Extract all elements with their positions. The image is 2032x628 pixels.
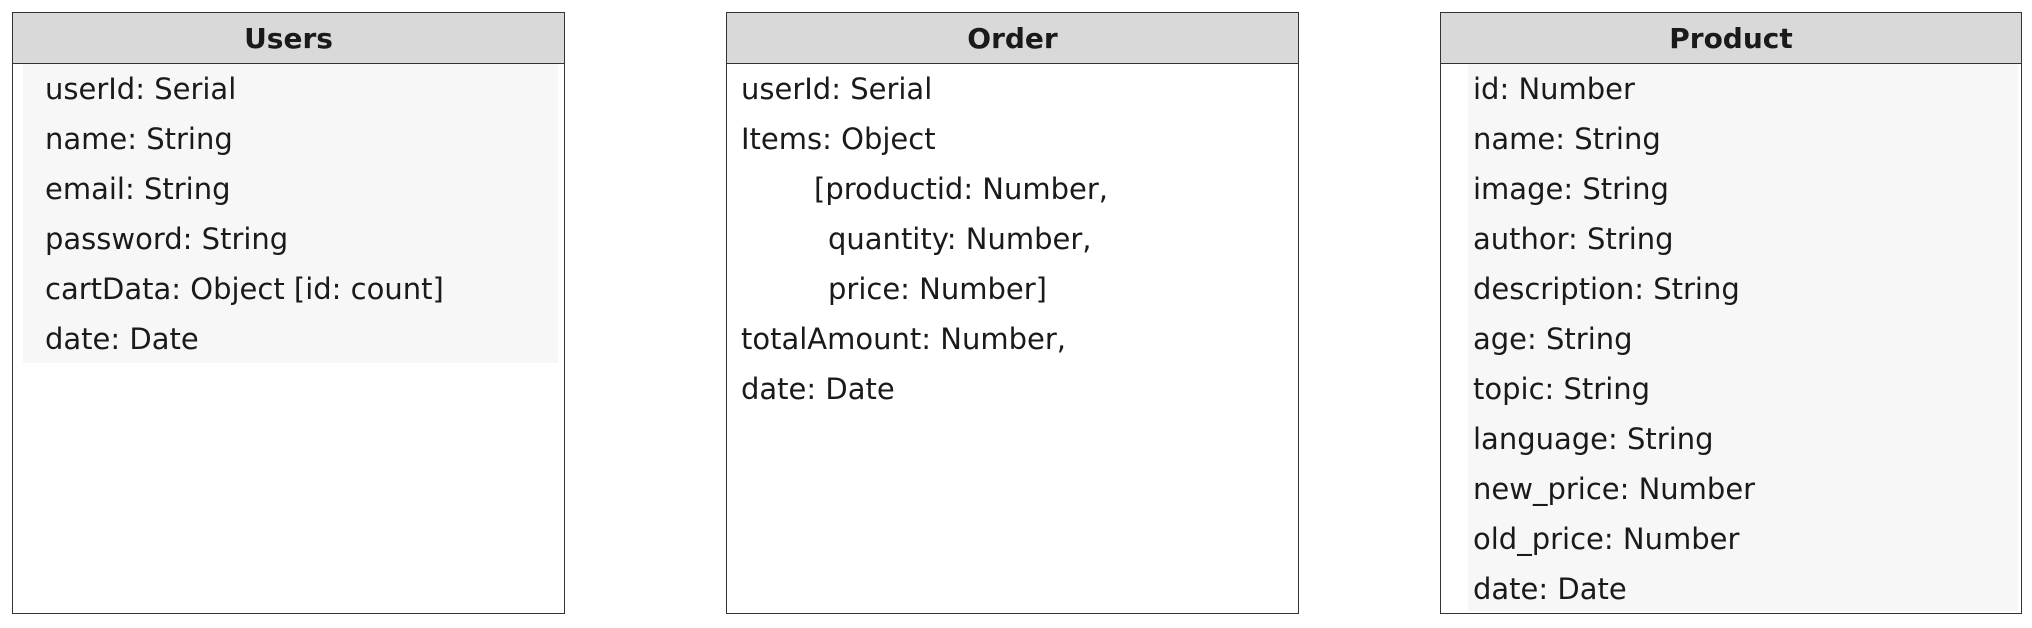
product-entity-title: Product [1441, 13, 2021, 64]
field-language: language: String [1473, 422, 1714, 456]
field-topic: topic: String [1473, 372, 1651, 406]
field-date: date: Date [45, 322, 199, 356]
field-image: image: String [1473, 172, 1669, 206]
users-entity: Users userId: Serial name: String email:… [12, 12, 565, 614]
field-name: name: String [1473, 122, 1661, 156]
field-new-price: new_price: Number [1473, 472, 1756, 506]
order-entity: Order userId: Serial Items: Object [prod… [726, 12, 1299, 614]
users-entity-title: Users [13, 13, 564, 64]
field-password: password: String [45, 222, 289, 256]
field-items-quantity: quantity: Number, [828, 222, 1092, 256]
field-email: email: String [45, 172, 231, 206]
field-date: date: Date [1473, 572, 1627, 606]
field-id: id: Number [1473, 72, 1635, 106]
field-age: age: String [1473, 322, 1633, 356]
users-entity-fields: userId: Serial name: String email: Strin… [13, 64, 564, 363]
field-old-price: old_price: Number [1473, 522, 1740, 556]
field-name: name: String [45, 122, 233, 156]
field-cartdata: cartData: Object [id: count] [45, 272, 444, 306]
order-entity-title: Order [727, 13, 1298, 64]
field-totalamount: totalAmount: Number, [741, 322, 1066, 356]
field-items-price: price: Number] [828, 272, 1047, 306]
order-entity-fields: userId: Serial Items: Object [productid:… [727, 64, 1298, 406]
field-author: author: String [1473, 222, 1674, 256]
field-userid: userId: Serial [45, 72, 237, 106]
product-entity: Product id: Number name: String image: S… [1440, 12, 2022, 614]
product-entity-fields: id: Number name: String image: String au… [1441, 64, 2021, 611]
field-date: date: Date [741, 372, 895, 406]
field-items-productid: [productid: Number, [814, 172, 1109, 206]
field-userid: userId: Serial [741, 72, 933, 106]
field-description: description: String [1473, 272, 1740, 306]
field-items: Items: Object [741, 122, 936, 156]
